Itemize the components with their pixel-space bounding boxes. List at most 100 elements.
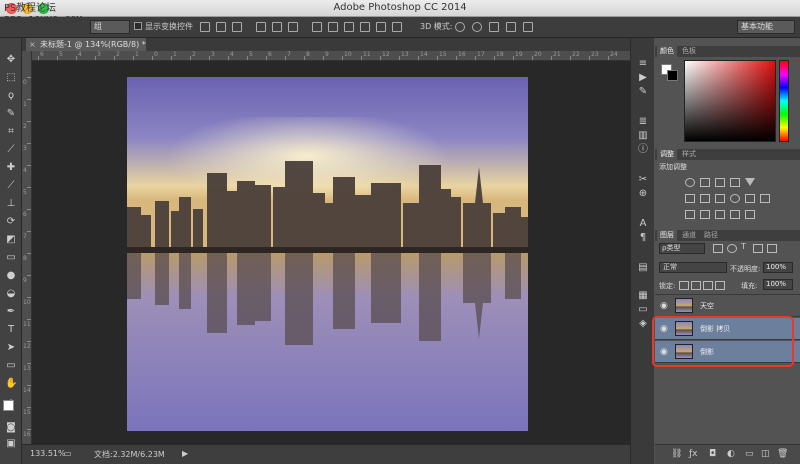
healing-brush-tool-icon[interactable]: ✚ xyxy=(5,162,17,174)
color-balance-icon[interactable] xyxy=(700,194,710,203)
delete-layer-icon[interactable]: 🗑 xyxy=(777,449,788,459)
eyedropper-tool-icon[interactable]: ⟋ xyxy=(5,144,17,156)
3d-slide-icon[interactable] xyxy=(506,22,516,32)
tab-color[interactable]: 颜色 xyxy=(657,46,677,57)
auto-select-dropdown[interactable]: 组 xyxy=(90,20,130,34)
quick-select-tool-icon[interactable]: ✎ xyxy=(5,108,17,120)
channel-mixer-icon[interactable] xyxy=(745,194,755,203)
tab-swatches[interactable]: 色板 xyxy=(679,46,699,57)
distribute-right-icon[interactable] xyxy=(392,22,402,32)
lock-all-icon[interactable] xyxy=(715,281,725,290)
filter-adjust-icon[interactable] xyxy=(727,244,737,253)
lasso-tool-icon[interactable]: ϙ xyxy=(5,90,17,102)
rectangle-tool-icon[interactable]: ▭ xyxy=(5,360,17,372)
clone-source-icon[interactable]: ⊕ xyxy=(637,188,649,200)
align-vcenter-icon[interactable] xyxy=(216,22,226,32)
align-top-icon[interactable] xyxy=(200,22,210,32)
visibility-eye-icon[interactable]: ◉ xyxy=(660,301,668,311)
move-tool-icon[interactable]: ✥ xyxy=(5,54,17,66)
gradient-tool-icon[interactable]: ▭ xyxy=(5,252,17,264)
layer-style-icon[interactable]: ƒx xyxy=(689,449,698,459)
3d-pan-icon[interactable] xyxy=(489,22,499,32)
brush-tool-icon[interactable]: ⟋ xyxy=(5,180,17,192)
3d-scale-icon[interactable] xyxy=(523,22,533,32)
distribute-bottom-icon[interactable] xyxy=(344,22,354,32)
canvas-area[interactable] xyxy=(32,61,630,444)
color-picker-field[interactable] xyxy=(684,60,776,142)
properties-panel-icon[interactable]: ▦ xyxy=(637,290,649,302)
new-adjustment-icon[interactable]: ◐ xyxy=(727,449,735,459)
tab-styles[interactable]: 样式 xyxy=(679,149,699,160)
exposure-icon[interactable] xyxy=(730,178,740,187)
paragraph-panel-icon[interactable]: ▥ xyxy=(637,130,649,142)
eraser-tool-icon[interactable]: ◩ xyxy=(5,234,17,246)
tab-layers[interactable]: 图层 xyxy=(657,230,677,241)
horizontal-ruler[interactable]: 6 5 4 3 2 1 0 1 2 3 4 5 6 7 8 9 10 11 12 13 14 15 16 17 18 19 20 21… xyxy=(32,51,630,61)
tool-presets-icon[interactable]: ✂ xyxy=(637,174,649,186)
photo-filter-icon[interactable] xyxy=(730,194,740,203)
history-brush-tool-icon[interactable]: ⟳ xyxy=(5,216,17,228)
crop-tool-icon[interactable]: ⌗ xyxy=(5,126,17,138)
distribute-vcenter-icon[interactable] xyxy=(328,22,338,32)
black-white-icon[interactable] xyxy=(715,194,725,203)
marquee-tool-icon[interactable]: ⬚ xyxy=(5,72,17,84)
notes-panel-icon[interactable]: ▤ xyxy=(637,262,649,274)
hue-saturation-icon[interactable] xyxy=(685,194,695,203)
status-preview-icon[interactable]: ▭ xyxy=(64,449,72,458)
levels-icon[interactable] xyxy=(700,178,710,187)
blend-mode-dropdown[interactable]: 正常 xyxy=(659,262,727,273)
align-left-icon[interactable] xyxy=(256,22,266,32)
character-panel-icon[interactable]: ≣ xyxy=(637,116,649,128)
new-group-icon[interactable]: ▭ xyxy=(745,449,754,459)
lock-position-icon[interactable] xyxy=(703,281,713,290)
align-right-icon[interactable] xyxy=(288,22,298,32)
status-menu-arrow-icon[interactable]: ▶ xyxy=(182,449,188,458)
selective-color-icon[interactable] xyxy=(745,210,755,219)
hand-tool-icon[interactable]: ✋ xyxy=(5,378,17,390)
vertical-ruler[interactable]: 0 1 2 3 4 5 6 7 8 9 10 11 12 13 14 15 16 xyxy=(22,51,32,444)
distribute-hcenter-icon[interactable] xyxy=(376,22,386,32)
filter-pixel-icon[interactable] xyxy=(713,244,723,253)
pen-tool-icon[interactable]: ✒ xyxy=(5,306,17,318)
distribute-left-icon[interactable] xyxy=(360,22,370,32)
color-bg-swatch[interactable] xyxy=(667,70,678,81)
layer-row-sky[interactable]: ◉ 天空 xyxy=(655,295,800,317)
align-hcenter-icon[interactable] xyxy=(272,22,282,32)
curves-icon[interactable] xyxy=(715,178,725,187)
type-tool-icon[interactable]: T xyxy=(5,324,17,336)
workspace-dropdown[interactable]: 基本功能 xyxy=(737,20,795,34)
hue-slider[interactable] xyxy=(779,60,789,142)
tab-channels[interactable]: 通道 xyxy=(679,230,699,241)
posterize-icon[interactable] xyxy=(700,210,710,219)
play-action-icon[interactable]: ▶ xyxy=(637,72,649,84)
path-select-tool-icon[interactable]: ➤ xyxy=(5,342,17,354)
blur-tool-icon[interactable]: ● xyxy=(5,270,17,282)
close-tab-icon[interactable]: × xyxy=(29,38,36,51)
filter-shape-icon[interactable] xyxy=(753,244,763,253)
quick-mask-icon[interactable]: ◙ xyxy=(5,422,17,434)
add-mask-icon[interactable]: ◘ xyxy=(709,449,716,459)
brightness-icon[interactable] xyxy=(685,178,695,187)
dodge-tool-icon[interactable]: ◒ xyxy=(5,288,17,300)
filter-type-icon[interactable]: T xyxy=(741,242,746,251)
gradient-map-icon[interactable] xyxy=(730,210,740,219)
link-layers-icon[interactable]: ⛓ xyxy=(671,449,682,459)
invert-icon[interactable] xyxy=(685,210,695,219)
timeline-panel-icon[interactable]: ▭ xyxy=(637,304,649,316)
vibrance-icon[interactable] xyxy=(745,178,755,186)
show-transform-checkbox[interactable] xyxy=(134,22,142,30)
filter-smart-icon[interactable] xyxy=(767,244,777,253)
color-lookup-icon[interactable] xyxy=(760,194,770,203)
zoom-level[interactable]: 133.51% xyxy=(30,449,66,458)
lock-image-icon[interactable] xyxy=(691,281,701,290)
document-canvas[interactable] xyxy=(127,77,528,431)
3d-rotate-icon[interactable] xyxy=(455,22,465,32)
screen-mode-icon[interactable]: ▣ xyxy=(5,438,17,450)
threshold-icon[interactable] xyxy=(715,210,725,219)
tab-adjustments[interactable]: 调整 xyxy=(657,149,677,160)
3d-panel-icon[interactable]: ◈ xyxy=(637,318,649,330)
layer-filter-dropdown[interactable]: ρ类型 xyxy=(659,243,705,254)
tab-paths[interactable]: 路径 xyxy=(701,230,721,241)
layer-name[interactable]: 天空 xyxy=(700,301,714,311)
clone-stamp-tool-icon[interactable]: ⊥ xyxy=(5,198,17,210)
